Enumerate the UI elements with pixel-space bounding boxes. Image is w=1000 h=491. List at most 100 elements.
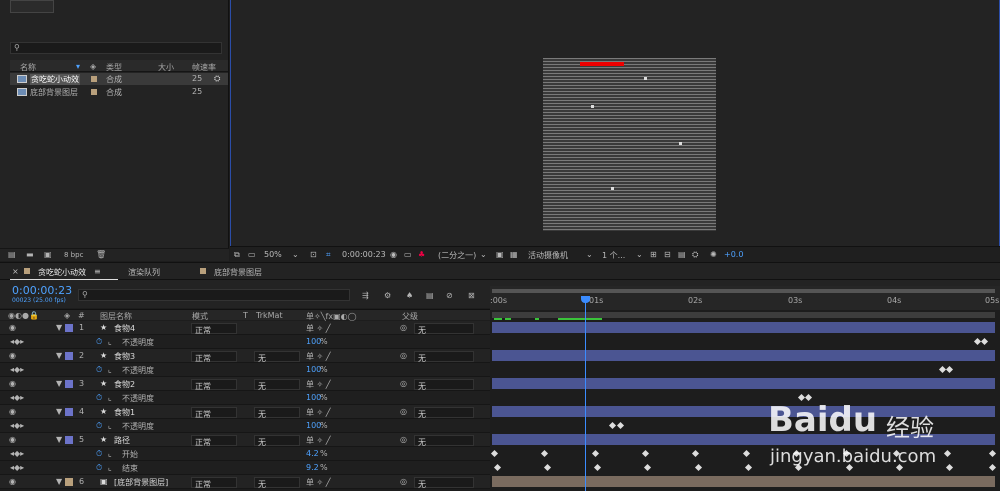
graph-icon[interactable]: ⌞ xyxy=(108,463,112,472)
always-preview-icon[interactable]: ⧉ xyxy=(234,250,240,260)
new-composition-icon[interactable]: ▣ xyxy=(44,250,52,259)
trkmat-dropdown[interactable]: 无 xyxy=(254,351,300,363)
pickwhip-icon[interactable]: ◎ xyxy=(400,477,407,486)
pickwhip-icon[interactable]: ◎ xyxy=(400,351,407,360)
zoom-dropdown[interactable]: 50% xyxy=(264,250,282,259)
shy-icon[interactable]: ♠ xyxy=(406,291,413,300)
layer-row[interactable]: ◉ ▼ 3 ★ 食物2 正常无单 ✧ ╱ ◎ 无 xyxy=(0,377,490,391)
property-row[interactable]: ◂◆▸ ⏱ ⌞ 不透明度 100% xyxy=(0,391,490,405)
eye-icon[interactable]: ◉ xyxy=(9,379,16,388)
parent-dropdown[interactable]: 无 xyxy=(414,435,474,447)
menu-icon[interactable]: ≡ xyxy=(94,267,101,276)
tab-bg-layer[interactable]: 底部背景图层 xyxy=(214,267,262,278)
layer-duration-bar[interactable] xyxy=(492,350,995,361)
views-dropdown[interactable]: 1 个... xyxy=(602,250,625,261)
color-channel-icon[interactable]: ♣ xyxy=(418,250,425,259)
composition-canvas[interactable] xyxy=(543,58,716,231)
show-snapshot-icon[interactable]: ▭ xyxy=(404,250,412,259)
blend-mode-dropdown[interactable]: 正常 xyxy=(191,435,237,447)
sort-arrow-icon[interactable]: ▾ xyxy=(76,62,80,71)
keyframe[interactable] xyxy=(643,463,652,472)
layer-label-color[interactable] xyxy=(65,380,73,388)
graph-icon[interactable]: ⌞ xyxy=(108,365,112,374)
trkmat-dropdown[interactable]: 无 xyxy=(254,379,300,391)
property-value[interactable]: 4.2 xyxy=(306,449,319,458)
project-item[interactable]: 底部背景图层 合成 25 xyxy=(10,86,228,98)
transparency-grid-icon[interactable]: ▦ xyxy=(510,250,518,259)
stopwatch-icon[interactable]: ⏱ xyxy=(96,393,102,403)
chevron-down-icon[interactable]: ⌄ xyxy=(636,250,643,259)
keyframe[interactable] xyxy=(593,463,602,472)
layer-label-color[interactable] xyxy=(65,478,73,486)
snapshot-icon[interactable]: ◉ xyxy=(390,250,397,259)
parent-dropdown[interactable]: 无 xyxy=(414,323,474,335)
exposure-value[interactable]: +0.0 xyxy=(724,250,743,259)
pickwhip-icon[interactable]: ◎ xyxy=(400,435,407,444)
trkmat-dropdown[interactable]: 无 xyxy=(254,407,300,419)
keyframe[interactable] xyxy=(691,449,700,458)
layer-search-input[interactable]: ⚲ xyxy=(78,289,350,301)
layer-row[interactable]: ◉ ▼ 1 ★ 食物4 正常 单 ✧ ╱ ◎ 无 xyxy=(0,321,490,335)
blend-mode-dropdown[interactable]: 正常 xyxy=(191,407,237,419)
keyframe[interactable] xyxy=(744,463,753,472)
layer-label-color[interactable] xyxy=(65,436,73,444)
bit-depth-button[interactable]: 8 bpc xyxy=(64,251,83,259)
property-keyframe-track[interactable] xyxy=(492,363,995,377)
keyframe-nav-icon[interactable]: ◂◆▸ xyxy=(10,393,24,402)
timeline-icon[interactable]: ▤ xyxy=(678,250,686,259)
keyframe[interactable] xyxy=(591,449,600,458)
twirl-down-icon[interactable]: ▼ xyxy=(56,407,62,416)
eye-icon[interactable]: ◉ xyxy=(9,323,16,332)
pickwhip-icon[interactable]: ◎ xyxy=(400,407,407,416)
parent-dropdown[interactable]: 无 xyxy=(414,477,474,489)
graph-editor-icon[interactable]: ⊠ xyxy=(468,291,475,300)
parent-dropdown[interactable]: 无 xyxy=(414,379,474,391)
current-time[interactable]: 0:00:00:23 xyxy=(342,250,386,259)
timeline-timecode[interactable]: 0:00:00:23 xyxy=(12,284,72,297)
keyframe[interactable] xyxy=(694,463,703,472)
keyframe[interactable] xyxy=(540,449,549,458)
layer-name[interactable]: [底部背景图层] xyxy=(114,477,168,488)
monitor-icon[interactable]: ▭ xyxy=(248,250,256,259)
property-value[interactable]: 100 xyxy=(306,365,321,374)
twirl-down-icon[interactable]: ▼ xyxy=(56,323,62,332)
layer-row[interactable]: ◉ ▼ 6 ▣ [底部背景图层] 正常无单 ✧ ╱ ◎ 无 xyxy=(0,475,490,489)
layer-name[interactable]: 食物2 xyxy=(114,379,135,390)
region-of-interest-icon[interactable]: ⌗ xyxy=(326,250,331,260)
fit-icon[interactable]: ⊡ xyxy=(310,250,317,259)
stopwatch-icon[interactable]: ⏱ xyxy=(96,337,102,347)
trkmat-dropdown[interactable]: 无 xyxy=(254,435,300,447)
label-swatch[interactable] xyxy=(91,76,97,82)
flowchart-icon[interactable]: ⛭ xyxy=(692,250,698,260)
motion-blur-icon[interactable]: ⊘ xyxy=(446,291,453,300)
property-value[interactable]: 100 xyxy=(306,337,321,346)
keyframe[interactable] xyxy=(608,421,617,430)
chevron-down-icon[interactable]: ⌄ xyxy=(586,250,593,259)
layer-duration-track[interactable] xyxy=(492,349,995,363)
tab-snake-comp[interactable]: 贪吃蛇小动效 xyxy=(38,267,86,278)
property-value[interactable]: 100 xyxy=(306,393,321,402)
trkmat-dropdown[interactable]: 无 xyxy=(254,477,300,489)
keyframe[interactable] xyxy=(641,449,650,458)
camera-dropdown[interactable]: 活动摄像机 xyxy=(528,250,568,261)
col-size[interactable]: 大小 xyxy=(158,62,174,73)
layer-name[interactable]: 路径 xyxy=(114,435,130,446)
eye-icon[interactable]: ◉ xyxy=(9,351,16,360)
col-type[interactable]: 类型 xyxy=(106,62,122,73)
eye-icon[interactable]: ◉ xyxy=(9,435,16,444)
keyframe-nav-icon[interactable]: ◂◆▸ xyxy=(10,421,24,430)
layer-label-color[interactable] xyxy=(65,352,73,360)
graph-icon[interactable]: ⌞ xyxy=(108,449,112,458)
eye-icon[interactable]: ◉ xyxy=(9,477,16,486)
property-row[interactable]: ◂◆▸ ⏱ ⌞ 开始 4.2% xyxy=(0,447,490,461)
keyframe-nav-icon[interactable]: ◂◆▸ xyxy=(10,449,24,458)
keyframe-nav-icon[interactable]: ◂◆▸ xyxy=(10,463,24,472)
property-keyframe-track[interactable] xyxy=(492,335,995,349)
flowchart-icon[interactable]: ⛭ xyxy=(214,74,220,84)
chevron-down-icon[interactable]: ⌄ xyxy=(480,250,487,259)
switches[interactable]: 单 ✧ ╱ xyxy=(306,407,331,418)
layer-name[interactable]: 食物4 xyxy=(114,323,135,334)
stopwatch-icon[interactable]: ⏱ xyxy=(96,449,102,459)
comp-mini-flowchart-icon[interactable]: ⇶ xyxy=(362,291,369,300)
playhead-line[interactable] xyxy=(585,296,586,491)
